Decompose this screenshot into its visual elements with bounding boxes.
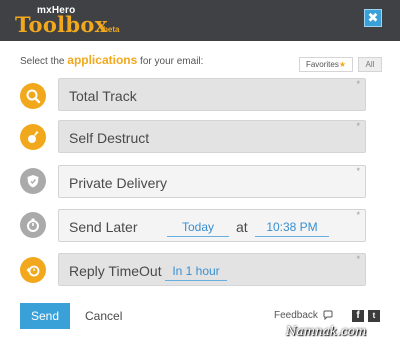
send-later-time-input[interactable]: 10:38 PM (255, 220, 329, 237)
send-later-date-input[interactable]: Today (167, 220, 229, 237)
brand-title: Toolbox (15, 12, 108, 37)
toolbox-header: mxHero Toolbox beta ✖ (0, 0, 400, 41)
twitter-icon[interactable]: t (368, 310, 380, 322)
app-total-track[interactable]: Total Track * (58, 78, 366, 111)
feedback-link[interactable]: Feedback (274, 310, 333, 321)
app-send-later[interactable]: Send Later Today at 10:38 PM * (58, 209, 366, 242)
send-button[interactable]: Send (20, 303, 70, 329)
facebook-icon[interactable]: f (352, 310, 364, 322)
cancel-button[interactable]: Cancel (85, 309, 122, 323)
favorite-star-icon[interactable]: * (356, 79, 360, 89)
magnifier-icon[interactable] (20, 83, 46, 109)
app-private-delivery[interactable]: Private Delivery * (58, 165, 366, 198)
at-label: at (236, 219, 248, 235)
timer-icon[interactable] (20, 212, 46, 238)
app-reply-timeout[interactable]: Reply TimeOut In 1 hour * (58, 253, 366, 286)
app-self-destruct[interactable]: Self Destruct * (58, 120, 366, 153)
all-filter-button[interactable]: All (358, 57, 382, 72)
app-label: Private Delivery (69, 175, 168, 191)
favorites-label: Favorites (305, 60, 339, 69)
watermark-text: Namnak.com (286, 324, 367, 338)
app-label: Total Track (69, 88, 137, 104)
bomb-icon[interactable] (20, 124, 46, 150)
star-icon: ★ (338, 60, 347, 69)
speech-bubble-icon (323, 310, 333, 321)
prompt-accent: applications (67, 53, 138, 67)
close-button[interactable]: ✖ (364, 9, 382, 27)
app-label: Send Later (69, 219, 138, 235)
favorite-star-icon[interactable]: * (356, 254, 360, 264)
favorite-star-icon[interactable]: * (356, 210, 360, 220)
feedback-label: Feedback (274, 310, 318, 321)
select-apps-prompt: Select the applications for your email: (20, 53, 204, 67)
app-label: Reply TimeOut (69, 263, 162, 279)
reply-clock-icon[interactable] (20, 257, 46, 283)
favorite-star-icon[interactable]: * (356, 121, 360, 131)
favorites-filter-button[interactable]: Favorites★ (299, 57, 353, 72)
brand-beta-badge: beta (103, 25, 120, 34)
app-label: Self Destruct (69, 130, 150, 146)
favorite-star-icon[interactable]: * (356, 166, 360, 176)
shield-icon[interactable] (20, 168, 46, 194)
reply-timeout-duration-input[interactable]: In 1 hour (165, 264, 227, 281)
